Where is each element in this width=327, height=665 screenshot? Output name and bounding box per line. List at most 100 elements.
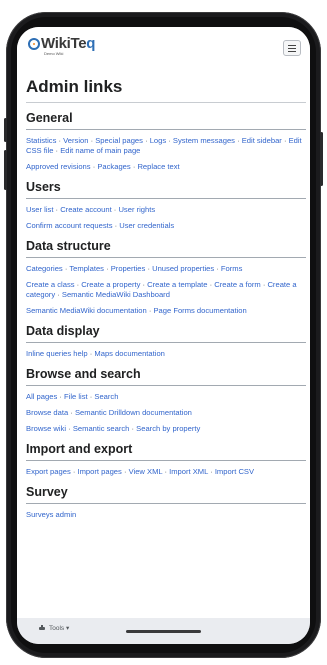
admin-link[interactable]: User credentials: [119, 221, 174, 230]
admin-link[interactable]: Page Forms documentation: [153, 306, 246, 315]
link-group: Browse data · Semantic Drilldown documen…: [26, 408, 306, 418]
section-heading: Survey: [26, 485, 306, 504]
admin-link[interactable]: Import pages: [78, 467, 122, 476]
section-divider: [26, 385, 306, 386]
link-group: Confirm account requests · User credenti…: [26, 221, 306, 231]
section-heading: General: [26, 111, 306, 130]
admin-link[interactable]: Import CSV: [215, 467, 254, 476]
link-separator: ·: [281, 136, 289, 145]
tools-menu-button[interactable]: Tools ▾: [39, 624, 69, 632]
admin-link[interactable]: Unused properties: [152, 264, 214, 273]
admin-link[interactable]: Forms: [221, 264, 243, 273]
admin-link[interactable]: Search by property: [136, 424, 200, 433]
section-divider: [26, 198, 306, 199]
admin-link[interactable]: Create a property: [81, 280, 140, 289]
section-heading: Browse and search: [26, 367, 306, 386]
admin-link[interactable]: Packages: [97, 162, 130, 171]
admin-link[interactable]: File list: [64, 392, 88, 401]
admin-link[interactable]: Special pages: [95, 136, 143, 145]
admin-link[interactable]: Create account: [60, 205, 112, 214]
admin-link[interactable]: Categories: [26, 264, 63, 273]
title-divider: [26, 102, 306, 103]
phone-side-button: [320, 132, 323, 186]
section-divider: [26, 129, 306, 130]
tools-icon: [39, 625, 45, 631]
admin-link[interactable]: Inline queries help: [26, 349, 88, 358]
admin-link[interactable]: Export pages: [26, 467, 71, 476]
link-separator: ·: [55, 290, 62, 299]
admin-link[interactable]: Create a template: [147, 280, 207, 289]
admin-link[interactable]: Logs: [150, 136, 166, 145]
hamburger-menu-icon[interactable]: [283, 40, 301, 56]
section-divider: [26, 342, 306, 343]
link-group: Approved revisions · Packages · Replace …: [26, 162, 306, 172]
link-group: Semantic MediaWiki documentation · Page …: [26, 306, 306, 316]
admin-link[interactable]: Surveys admin: [26, 510, 76, 519]
section-heading: Data structure: [26, 239, 306, 258]
admin-link[interactable]: Confirm account requests: [26, 221, 113, 230]
link-group: Surveys admin: [26, 510, 306, 520]
section-title: Import and export: [26, 442, 133, 456]
admin-link[interactable]: Replace text: [137, 162, 179, 171]
admin-link[interactable]: Version: [63, 136, 88, 145]
section-heading: Import and export: [26, 442, 306, 461]
link-separator: ·: [234, 136, 242, 145]
admin-link[interactable]: Statistics: [26, 136, 56, 145]
link-group: User list · Create account · User rights: [26, 205, 306, 215]
section-title: Data structure: [26, 239, 111, 253]
phone-side-button: [4, 150, 7, 190]
admin-link[interactable]: Import XML: [169, 467, 208, 476]
home-indicator: [126, 630, 201, 633]
section-title: Data display: [26, 324, 100, 338]
section-title: General: [26, 111, 73, 125]
admin-link[interactable]: Templates: [69, 264, 104, 273]
section-title: Users: [26, 180, 61, 194]
logo-mark-icon: [28, 37, 40, 50]
admin-link[interactable]: Approved revisions: [26, 162, 91, 171]
link-separator: ·: [68, 408, 75, 417]
admin-link[interactable]: All pages: [26, 392, 57, 401]
admin-link[interactable]: Maps documentation: [94, 349, 165, 358]
section-title: Browse and search: [26, 367, 141, 381]
admin-link[interactable]: Search: [94, 392, 118, 401]
section-heading: Data display: [26, 324, 306, 343]
link-group: Create a class · Create a property · Cre…: [26, 280, 306, 300]
admin-link[interactable]: Browse wiki: [26, 424, 66, 433]
admin-link[interactable]: Browse data: [26, 408, 68, 417]
admin-sections: General Statistics · Version · Special pa…: [26, 111, 306, 520]
link-separator: ·: [66, 424, 73, 433]
phone-screen: WikiTeq Demo Wiki Admin links General Sta…: [17, 27, 310, 644]
phone-side-button: [4, 118, 7, 142]
section-heading: Users: [26, 180, 306, 199]
admin-link[interactable]: View XML: [129, 467, 163, 476]
link-group: Statistics · Version · Special pages · L…: [26, 136, 306, 156]
admin-link[interactable]: User rights: [118, 205, 155, 214]
link-separator: ·: [103, 264, 111, 273]
admin-link[interactable]: Edit sidebar: [242, 136, 282, 145]
admin-link[interactable]: Create a class: [26, 280, 75, 289]
link-separator: ·: [166, 136, 173, 145]
logo-text: WikiTeq: [41, 35, 96, 52]
admin-link[interactable]: System messages: [173, 136, 235, 145]
link-group: Categories · Templates · Properties · Un…: [26, 264, 306, 274]
link-group: All pages · File list · Search: [26, 392, 306, 402]
admin-link[interactable]: User list: [26, 205, 53, 214]
main-content: Admin links General Statistics · Version …: [26, 77, 306, 520]
section-title: Survey: [26, 485, 68, 499]
link-group: Inline queries help · Maps documentation: [26, 349, 306, 359]
admin-link[interactable]: Create a form: [214, 280, 260, 289]
page-title: Admin links: [26, 77, 123, 96]
link-group: Browse wiki · Semantic search · Search b…: [26, 424, 306, 434]
admin-link[interactable]: Semantic MediaWiki documentation: [26, 306, 147, 315]
admin-link[interactable]: Semantic Drilldown documentation: [75, 408, 192, 417]
site-logo[interactable]: WikiTeq Demo Wiki: [28, 35, 95, 56]
link-separator: ·: [142, 136, 150, 145]
site-header: WikiTeq Demo Wiki: [17, 27, 310, 73]
admin-link[interactable]: Edit name of main page: [60, 146, 140, 155]
admin-link[interactable]: Properties: [111, 264, 146, 273]
admin-link[interactable]: Semantic MediaWiki Dashboard: [62, 290, 170, 299]
link-group: Export pages · Import pages · View XML ·…: [26, 467, 306, 477]
admin-link[interactable]: Semantic search: [73, 424, 130, 433]
link-separator: ·: [121, 467, 129, 476]
link-separator: ·: [57, 392, 64, 401]
